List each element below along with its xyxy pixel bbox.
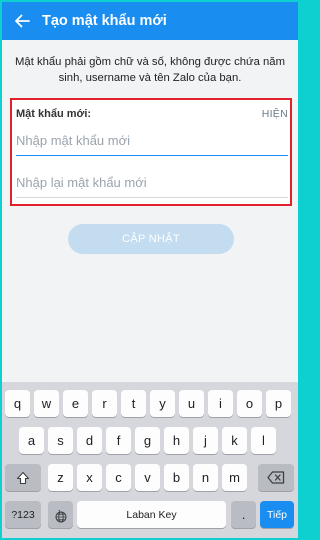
- key-l[interactable]: l: [251, 427, 276, 454]
- app-header: Tạo mật khẩu mới: [2, 2, 298, 40]
- key-x[interactable]: x: [77, 464, 102, 491]
- key-q[interactable]: q: [5, 390, 30, 417]
- arrow-left-icon: [15, 14, 30, 28]
- shift-icon: [16, 471, 30, 484]
- key-k[interactable]: k: [222, 427, 247, 454]
- confirm-password-input[interactable]: Nhập lại mật khẩu mới: [16, 168, 288, 198]
- key-f[interactable]: f: [106, 427, 131, 454]
- password-rules-text: Mật khẩu phải gồm chữ và số, không được …: [15, 56, 285, 84]
- key-a[interactable]: a: [19, 427, 44, 454]
- comma-key[interactable]: ,: [48, 501, 73, 528]
- space-key[interactable]: Laban Key: [77, 501, 226, 528]
- key-i[interactable]: i: [208, 390, 233, 417]
- main-content: Mật khẩu phải gồm chữ và số, không được …: [2, 40, 298, 380]
- key-w[interactable]: w: [34, 390, 59, 417]
- key-c[interactable]: c: [106, 464, 131, 491]
- comma-key-label: ,: [58, 503, 61, 513]
- password-form: Mật khẩu mới: HIỆN Nhập mật khẩu mới Nhậ…: [10, 98, 292, 206]
- key-p[interactable]: p: [266, 390, 291, 417]
- symbols-key[interactable]: ?123: [5, 501, 41, 528]
- key-z[interactable]: z: [48, 464, 73, 491]
- key-n[interactable]: n: [193, 464, 218, 491]
- key-g[interactable]: g: [135, 427, 160, 454]
- key-y[interactable]: y: [150, 390, 175, 417]
- backspace-icon: [267, 471, 285, 484]
- space-key-label: Laban Key: [126, 508, 177, 521]
- key-h[interactable]: h: [164, 427, 189, 454]
- shift-key[interactable]: [5, 464, 41, 491]
- screen: Tạo mật khẩu mới Mật khẩu phải gồm chữ v…: [2, 2, 298, 538]
- new-password-input[interactable]: Nhập mật khẩu mới: [16, 126, 288, 156]
- backspace-key[interactable]: [258, 464, 294, 491]
- key-u[interactable]: u: [179, 390, 204, 417]
- symbols-key-label: ?123: [11, 508, 35, 521]
- key-j[interactable]: j: [193, 427, 218, 454]
- key-b[interactable]: b: [164, 464, 189, 491]
- next-key[interactable]: Tiếp: [260, 501, 294, 528]
- key-d[interactable]: d: [77, 427, 102, 454]
- key-t[interactable]: t: [121, 390, 146, 417]
- key-v[interactable]: v: [135, 464, 160, 491]
- show-password-toggle[interactable]: HIỆN: [262, 108, 288, 120]
- key-e[interactable]: e: [63, 390, 88, 417]
- next-key-label: Tiếp: [266, 508, 288, 521]
- key-m[interactable]: m: [222, 464, 247, 491]
- back-button[interactable]: [2, 2, 42, 40]
- key-s[interactable]: s: [48, 427, 73, 454]
- key-o[interactable]: o: [237, 390, 262, 417]
- page-title: Tạo mật khẩu mới: [42, 13, 167, 29]
- key-r[interactable]: r: [92, 390, 117, 417]
- update-button[interactable]: CẬP NHẬT: [68, 224, 234, 254]
- on-screen-keyboard: q w e r t y u i o p a s d f g h j k l z …: [2, 382, 298, 538]
- period-key[interactable]: .: [231, 501, 256, 528]
- new-password-label: Mật khẩu mới:: [16, 108, 92, 120]
